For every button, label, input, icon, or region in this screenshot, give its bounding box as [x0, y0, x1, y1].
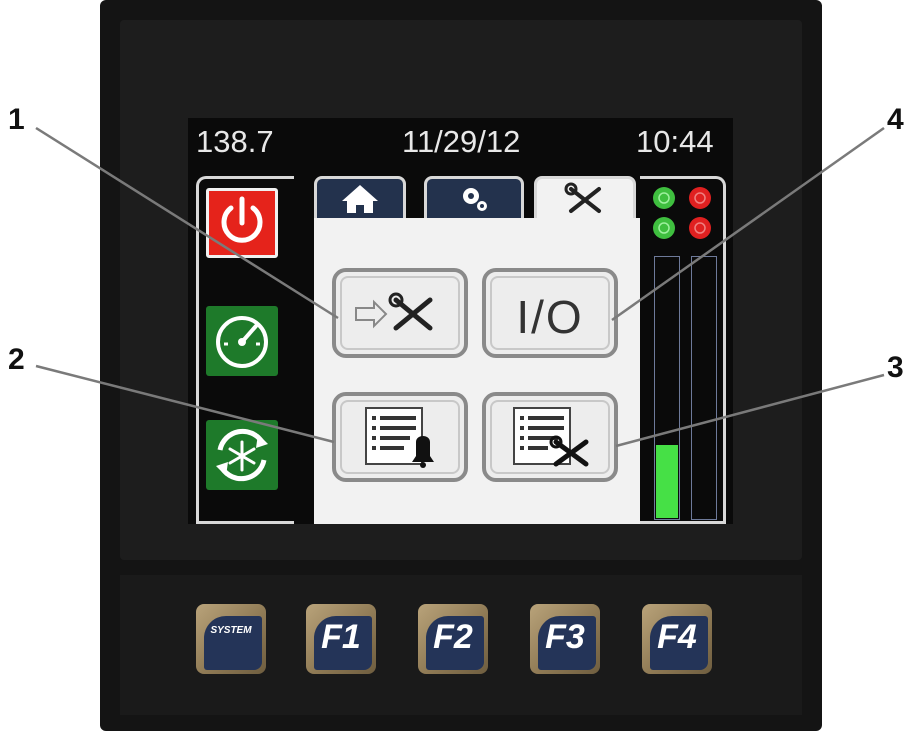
- status-value: 138.7: [196, 124, 274, 159]
- gauge-button[interactable]: [206, 306, 278, 376]
- status-date: 11/29/12: [402, 124, 521, 159]
- io-label: I/O: [516, 291, 584, 343]
- callout-1: 1: [8, 103, 25, 136]
- callout-2: 2: [8, 343, 25, 376]
- defrost-snowflake-icon: [216, 428, 268, 482]
- list-tools-icon: [513, 407, 589, 467]
- tab-settings[interactable]: [424, 176, 524, 218]
- system-key-label: SYSTEM: [210, 625, 252, 636]
- f2-key[interactable]: F2: [418, 604, 488, 674]
- system-key[interactable]: SYSTEM: [196, 604, 266, 674]
- f1-key-label: F1: [321, 618, 361, 656]
- callout-4: 4: [887, 103, 904, 136]
- tab-tools[interactable]: [534, 176, 636, 222]
- device-photo: 1 2 3 4 138.7 11/29/12 10:44 I/O SYSTEM …: [0, 0, 915, 731]
- service-settings-button[interactable]: [332, 268, 468, 358]
- tools-icon: [564, 182, 601, 213]
- home-icon: [342, 185, 378, 213]
- f2-key-label: F2: [433, 618, 473, 656]
- display-screen: 138.7 11/29/12 10:44 I/O: [188, 118, 733, 524]
- tab-home[interactable]: [314, 176, 406, 218]
- power-icon: [221, 196, 263, 243]
- io-button[interactable]: I/O: [482, 268, 618, 358]
- gauge-icon: [216, 316, 268, 368]
- f3-key-label: F3: [545, 618, 585, 656]
- status-leds: [653, 187, 711, 239]
- gears-icon: [463, 188, 487, 211]
- level-bar-left-fill: [656, 444, 678, 518]
- level-bar-left: [654, 256, 680, 520]
- service-log-button[interactable]: [482, 392, 618, 482]
- callout-3: 3: [887, 351, 904, 384]
- status-time: 10:44: [636, 124, 714, 159]
- defrost-button[interactable]: [206, 420, 278, 490]
- arrow-tools-icon: [355, 292, 433, 331]
- f1-key[interactable]: F1: [306, 604, 376, 674]
- tools-panel: I/O: [314, 218, 640, 524]
- f4-key[interactable]: F4: [642, 604, 712, 674]
- alarm-log-button[interactable]: [332, 392, 468, 482]
- f4-key-label: F4: [657, 618, 697, 656]
- level-bar-right: [691, 256, 717, 520]
- f3-key[interactable]: F3: [530, 604, 600, 674]
- power-button[interactable]: [206, 188, 278, 258]
- list-bell-icon: [365, 407, 434, 468]
